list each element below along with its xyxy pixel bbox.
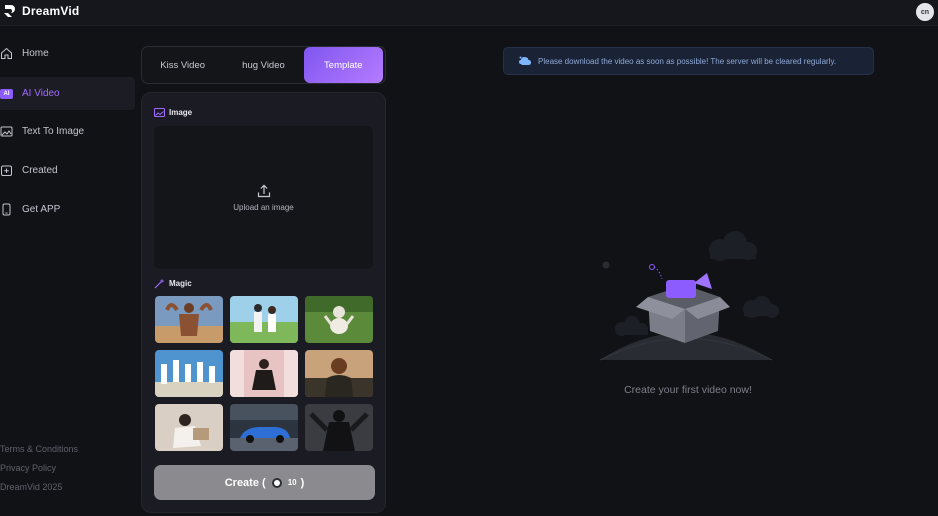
template-thumbnail[interactable] [230, 350, 298, 397]
template-thumbnail[interactable] [305, 404, 373, 451]
template-thumbnail[interactable] [230, 404, 298, 451]
sidebar-item-home[interactable]: Home [0, 37, 135, 70]
video-type-tabs: Kiss Video hug Video Template [141, 46, 386, 84]
home-icon [0, 47, 13, 60]
image-icon [0, 125, 13, 138]
sidebar-item-label: Created [22, 165, 58, 176]
sidebar-item-ai-video[interactable]: AI AI Video [0, 77, 135, 110]
create-cost: 10 [287, 478, 297, 487]
tab-kiss-video[interactable]: Kiss Video [142, 47, 223, 83]
create-button-close: ) [300, 476, 305, 489]
template-thumbnail[interactable] [305, 350, 373, 397]
image-label-text: Image [169, 108, 193, 117]
image-section-label: Image [154, 108, 192, 117]
top-bar: DreamVid cn [0, 0, 938, 26]
magic-wand-icon [154, 278, 165, 289]
logo-icon [4, 5, 15, 17]
sidebar-item-created[interactable]: Created [0, 154, 135, 187]
ai-badge: AI [0, 88, 13, 99]
privacy-link[interactable]: Privacy Policy [0, 463, 56, 473]
create-button[interactable]: Create ( 10 ) [154, 465, 375, 500]
template-thumbnail[interactable] [305, 296, 373, 343]
sidebar-item-label: Get APP [22, 204, 61, 215]
image-label-icon [154, 108, 165, 117]
template-thumbnail[interactable] [230, 296, 298, 343]
magic-label-text: Magic [169, 279, 192, 288]
empty-state-text: Create your first video now! [624, 384, 752, 396]
create-button-label: Create ( [224, 476, 266, 489]
empty-state-illustration [599, 231, 779, 361]
upload-icon [257, 184, 270, 198]
copyright-text: DreamVid 2025 [0, 482, 63, 492]
notice-icon [519, 56, 531, 65]
tab-template[interactable]: Template [303, 47, 383, 83]
template-thumbnail[interactable] [155, 296, 223, 343]
phone-icon [0, 203, 13, 216]
tab-hug-video[interactable]: hug Video [223, 47, 303, 83]
notice-text: Please download the video as soon as pos… [538, 56, 837, 66]
template-panel: Image Upload an image Magic Create (10 … [141, 92, 386, 513]
image-upload-area[interactable]: Upload an image [154, 126, 373, 269]
user-avatar[interactable]: cn [916, 3, 934, 21]
sidebar: Home AI AI Video Text To Image Created G… [0, 26, 135, 516]
template-thumbnail[interactable] [155, 404, 223, 451]
app-logo[interactable]: DreamVid [3, 4, 79, 18]
sidebar-item-label: AI Video [22, 88, 60, 99]
terms-link[interactable]: Terms & Conditions [0, 444, 78, 454]
app-name: DreamVid [22, 4, 80, 18]
ai-video-icon: AI [0, 87, 13, 100]
sidebar-item-get-app[interactable]: Get APP [0, 193, 135, 226]
sidebar-item-label: Home [22, 48, 49, 59]
sidebar-item-label: Text To Image [22, 126, 85, 137]
credit-coin-icon [271, 477, 282, 488]
sidebar-item-text-to-image[interactable]: Text To Image [0, 115, 135, 148]
magic-section-label: Magic [154, 278, 192, 289]
template-thumbnail[interactable] [155, 350, 223, 397]
upload-text: Upload an image [233, 203, 294, 212]
created-icon [0, 164, 13, 177]
notice-banner: Please download the video as soon as pos… [503, 47, 874, 75]
